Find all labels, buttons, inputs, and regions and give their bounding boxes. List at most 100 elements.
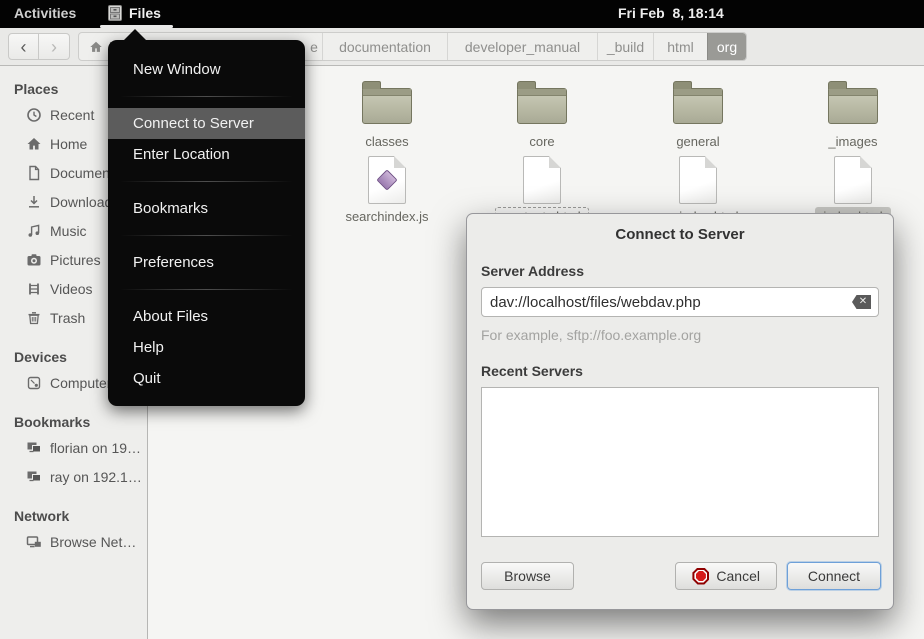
breadcrumb-segment-developer-manual[interactable]: developer_manual	[447, 33, 597, 60]
clock-icon	[26, 107, 42, 123]
cancel-button-label: Cancel	[716, 568, 760, 584]
recent-servers-list[interactable]	[481, 387, 879, 537]
app-menu-button[interactable]: Files	[106, 0, 161, 26]
file-name-label: searchindex.js	[337, 207, 436, 226]
connect-to-server-dialog: Connect to Server Server Address ✕ For e…	[466, 213, 894, 610]
connect-button[interactable]: Connect	[787, 562, 881, 590]
sidebar-item-label: Home	[50, 136, 87, 152]
breadcrumb-label: org	[717, 39, 737, 55]
sidebar-heading-bookmarks: Bookmarks	[0, 411, 147, 433]
menu-item-about-files[interactable]: About Files	[108, 301, 305, 332]
activities-button[interactable]: Activities	[14, 5, 76, 21]
recent-servers-label: Recent Servers	[481, 363, 879, 379]
sidebar-item-label: Computer	[50, 375, 111, 391]
history-nav-group: ‹ ›	[8, 33, 70, 60]
files-app-icon	[106, 4, 124, 22]
app-menu-label: Files	[129, 5, 161, 21]
breadcrumb-segment-build[interactable]: _build	[597, 33, 653, 60]
sidebar-item-bookmark-florian[interactable]: florian on 19…	[0, 433, 147, 462]
stop-icon	[692, 568, 709, 585]
file-icon	[679, 156, 717, 204]
menu-item-bookmarks[interactable]: Bookmarks	[108, 193, 305, 224]
server-address-input[interactable]	[481, 287, 879, 317]
document-icon	[26, 165, 42, 181]
file-icon	[523, 156, 561, 204]
menu-item-quit[interactable]: Quit	[108, 363, 305, 394]
sidebar-item-bookmark-ray[interactable]: ray on 192.1…	[0, 462, 147, 491]
trash-icon	[26, 310, 42, 326]
sidebar-item-label: Browse Net…	[50, 534, 136, 550]
menu-separator	[120, 289, 293, 290]
breadcrumb-segment-documentation[interactable]: documentation	[322, 33, 447, 60]
breadcrumb-hidden-label: e	[310, 39, 318, 55]
folder-icon	[828, 88, 878, 124]
remote-computer-icon	[26, 440, 42, 456]
file-name-label: classes	[357, 132, 416, 151]
forward-button[interactable]: ›	[39, 33, 70, 60]
home-icon	[26, 136, 42, 152]
browse-button-label: Browse	[504, 568, 551, 584]
folder-item-general[interactable]: general	[638, 76, 758, 151]
file-icon	[834, 156, 872, 204]
menu-item-enter-location[interactable]: Enter Location	[108, 139, 305, 170]
menu-separator	[120, 96, 293, 97]
connect-button-label: Connect	[808, 568, 860, 584]
breadcrumb-label: developer_manual	[465, 39, 580, 55]
server-address-hint: For example, sftp://foo.example.org	[481, 327, 879, 343]
menu-separator	[120, 235, 293, 236]
dialog-button-row: Browse Cancel Connect	[481, 562, 881, 590]
back-button[interactable]: ‹	[8, 33, 39, 60]
file-name-label: _images	[820, 132, 885, 151]
script-emblem-icon	[376, 169, 397, 190]
dialog-title: Connect to Server	[467, 214, 893, 243]
file-name-label: core	[521, 132, 562, 151]
file-item-searchindex-js[interactable]: searchindex.js	[327, 156, 447, 226]
cancel-button[interactable]: Cancel	[675, 562, 777, 590]
menu-item-help[interactable]: Help	[108, 332, 305, 363]
browse-button[interactable]: Browse	[481, 562, 574, 590]
breadcrumb-label: documentation	[339, 39, 431, 55]
top-bar: Activities Files Fri Feb 8, 18:14	[0, 0, 924, 28]
sidebar-item-label: Music	[50, 223, 87, 239]
menu-item-preferences[interactable]: Preferences	[108, 247, 305, 278]
breadcrumb-segment-html[interactable]: html	[653, 33, 707, 60]
files-app-menu: New Window Connect to Server Enter Locat…	[108, 40, 305, 406]
camera-icon	[26, 252, 42, 268]
computer-icon	[26, 375, 42, 391]
breadcrumb-label: _build	[607, 39, 644, 55]
sidebar-item-label: Trash	[50, 310, 85, 326]
folder-icon	[362, 88, 412, 124]
film-icon	[26, 281, 42, 297]
sidebar-item-label: Recent	[50, 107, 94, 123]
chevron-right-icon: ›	[51, 38, 57, 56]
clock[interactable]: Fri Feb 8, 18:14	[618, 5, 724, 21]
menu-item-new-window[interactable]: New Window	[108, 54, 305, 85]
chevron-left-icon: ‹	[21, 38, 27, 56]
folder-item-images[interactable]: _images	[793, 76, 913, 151]
sidebar-item-label: Videos	[50, 281, 93, 297]
breadcrumb-label: html	[667, 39, 693, 55]
breadcrumb-hidden-segment[interactable]: e	[306, 33, 322, 60]
folder-icon	[517, 88, 567, 124]
remote-computer-icon	[26, 469, 42, 485]
sidebar-heading-network: Network	[0, 505, 147, 527]
menu-arrow	[123, 29, 147, 41]
files-app-window: Activities Files Fri Feb 8, 18:14 ‹ ›	[0, 0, 924, 639]
sidebar-item-label: Pictures	[50, 252, 101, 268]
menu-separator	[120, 181, 293, 182]
network-browse-icon	[26, 534, 42, 550]
sidebar-item-browse-network[interactable]: Browse Net…	[0, 527, 147, 556]
download-icon	[26, 194, 42, 210]
menu-item-connect-to-server[interactable]: Connect to Server	[108, 108, 305, 139]
folder-item-classes[interactable]: classes	[327, 76, 447, 151]
folder-item-core[interactable]: core	[482, 76, 602, 151]
folder-icon	[673, 88, 723, 124]
sidebar-item-label: ray on 192.1…	[50, 469, 142, 485]
music-icon	[26, 223, 42, 239]
file-name-label: general	[668, 132, 727, 151]
home-icon	[89, 40, 103, 54]
breadcrumb-segment-org-current[interactable]: org	[707, 33, 746, 60]
server-address-label: Server Address	[481, 263, 879, 279]
sidebar-item-label: florian on 19…	[50, 440, 141, 456]
file-icon	[368, 156, 406, 204]
